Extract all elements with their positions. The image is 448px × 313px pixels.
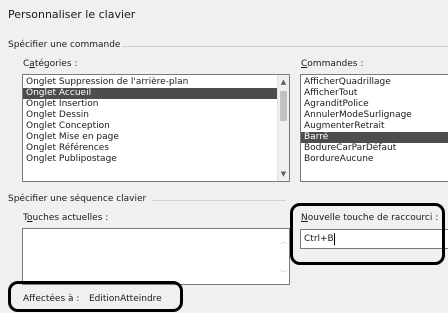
section-divider — [152, 200, 286, 201]
category-item[interactable]: Onglet Suppression de l'arrière-plan — [23, 77, 289, 88]
current-keys-label: Touches actuelles : — [23, 213, 109, 223]
command-item[interactable]: BodureCarParDéfaut — [301, 143, 448, 154]
categories-label: Catégories : — [23, 59, 78, 69]
category-item[interactable]: Onglet Insertion — [23, 99, 289, 110]
command-item[interactable]: AugmenterRetrait — [301, 121, 448, 132]
category-item[interactable]: Onglet Publipostage — [23, 154, 289, 165]
scroll-up-icon[interactable]: ︿ — [278, 235, 289, 247]
command-item[interactable]: AfficherTout — [301, 88, 448, 99]
command-item[interactable]: BordureAucune — [301, 154, 448, 165]
scroll-thumb[interactable] — [280, 91, 287, 121]
specify-command-label: Spécifier une commande — [8, 40, 121, 50]
category-item[interactable]: Onglet Dessin — [23, 110, 289, 121]
dialog-title: Personnaliser le clavier — [8, 8, 136, 21]
category-item[interactable]: Onglet Conception — [23, 121, 289, 132]
specify-key-sequence-label: Spécifier une séquence clavier — [8, 194, 147, 204]
categories-scrollbar[interactable]: ▲ ▼ — [277, 75, 289, 181]
category-item[interactable]: Onglet Références — [23, 143, 289, 154]
command-item[interactable]: AfficherQuadrillage — [301, 77, 448, 88]
scroll-down-icon[interactable]: ﹀ — [278, 268, 289, 280]
command-item[interactable]: AnnulerModeSurlignage — [301, 110, 448, 121]
category-item[interactable]: Onglet Accueil — [23, 88, 289, 99]
current-keys-scrollbar[interactable]: ︿ ﹀ — [278, 229, 289, 284]
current-keys-listbox[interactable]: ︿ ﹀ — [22, 228, 290, 285]
scroll-down-icon[interactable]: ▼ — [278, 168, 289, 180]
callout-assigned-to — [8, 281, 183, 312]
categories-listbox[interactable]: Onglet Suppression de l'arrière-plan Ongl… — [22, 74, 290, 182]
scroll-up-icon[interactable]: ▲ — [278, 76, 289, 88]
command-item[interactable]: AgranditPolice — [301, 99, 448, 110]
commands-listbox[interactable]: AfficherQuadrillage AfficherTout AgranditP… — [300, 74, 448, 182]
category-item[interactable]: Onglet Mise en page — [23, 132, 289, 143]
command-item[interactable]: Barré — [301, 132, 448, 143]
commands-label: Commandes : — [301, 59, 364, 69]
section-divider — [122, 46, 448, 47]
callout-new-shortcut — [290, 203, 445, 265]
